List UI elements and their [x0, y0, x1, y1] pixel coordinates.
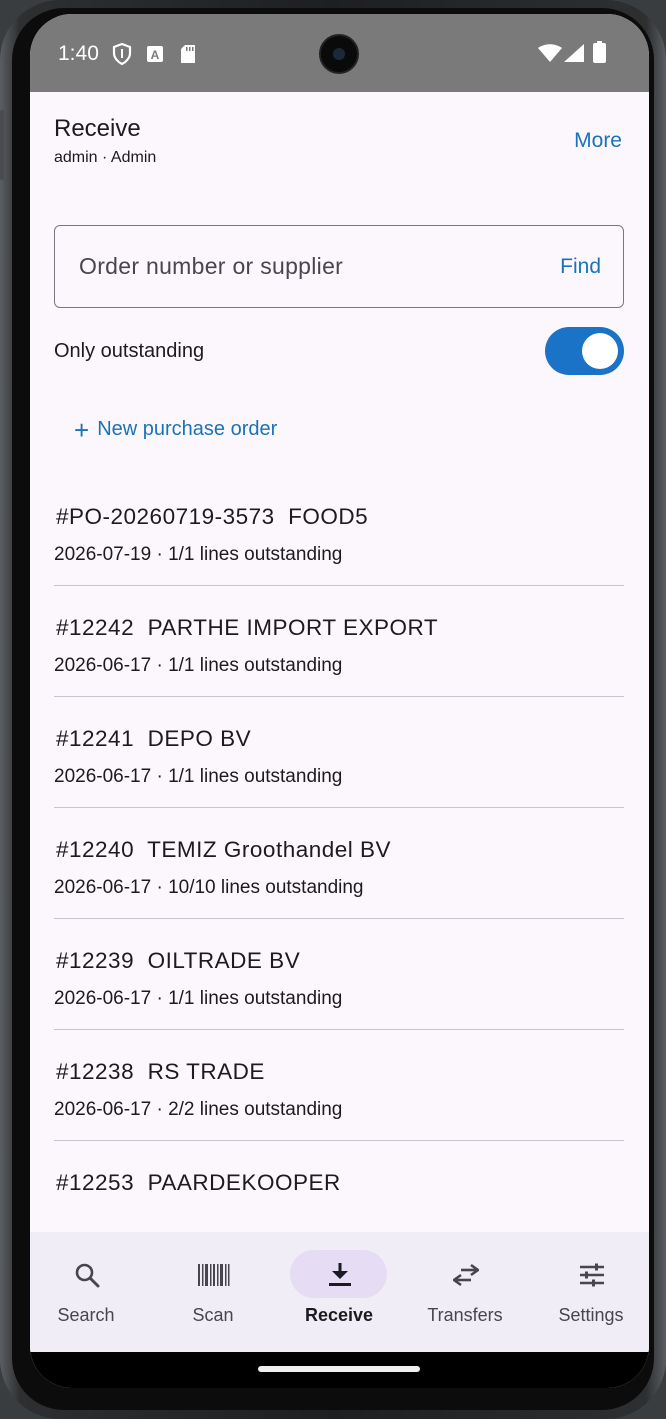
nav-label: Settings	[558, 1305, 624, 1325]
order-list: #PO-20260719-3573 FOOD5 2026-07-19 · 1/1…	[54, 475, 624, 1252]
order-item[interactable]: #12241 DEPO BV 2026-06-17 · 1/1 lines ou…	[54, 697, 624, 808]
barcode-icon	[198, 1264, 230, 1286]
front-camera	[319, 34, 359, 74]
nav-search[interactable]: Search	[30, 1232, 148, 1352]
search-field[interactable]: Find	[54, 225, 624, 308]
wifi-icon	[538, 44, 562, 62]
nav-scan[interactable]: Scan	[151, 1232, 275, 1352]
only-outstanding-toggle[interactable]	[545, 327, 624, 375]
nav-transfers[interactable]: Transfers	[403, 1232, 527, 1352]
home-indicator[interactable]	[258, 1366, 420, 1372]
nav-label: Receive	[304, 1305, 374, 1325]
order-item[interactable]: #12242 PARTHE IMPORT EXPORT 2026-06-17 ·…	[54, 586, 624, 697]
page-title: Receive	[54, 115, 141, 142]
order-title: #12253 PAARDEKOOPER	[56, 1170, 341, 1195]
toggle-knob	[582, 333, 618, 369]
order-title: #12238 RS TRADE	[56, 1059, 265, 1084]
screen: 1:40 A Receive admin · Admin More Order …	[30, 14, 649, 1388]
search-input[interactable]	[79, 226, 519, 306]
search-icon	[75, 1263, 100, 1288]
order-meta: 2026-06-17 · 2/2 lines outstanding	[54, 1099, 343, 1120]
more-button[interactable]: More	[574, 129, 622, 153]
order-meta: 2026-07-19 · 1/1 lines outstanding	[54, 544, 343, 565]
download-icon	[329, 1263, 351, 1286]
order-item[interactable]: #12239 OILTRADE BV 2026-06-17 · 1/1 line…	[54, 919, 624, 1030]
order-meta: 2026-06-17 · 10/10 lines outstanding	[54, 877, 364, 898]
bottom-navigation: Search Scan Receive Transfers Settings	[30, 1232, 649, 1352]
order-title: #12241 DEPO BV	[56, 726, 252, 751]
shield-icon	[112, 43, 132, 65]
only-outstanding-label: Only outstanding	[54, 340, 205, 362]
volume-button	[0, 110, 4, 180]
order-item[interactable]: #12238 RS TRADE 2026-06-17 · 2/2 lines o…	[54, 1030, 624, 1141]
nav-settings[interactable]: Settings	[529, 1232, 649, 1352]
nav-label: Transfers	[427, 1305, 503, 1325]
status-bar: 1:40 A	[30, 14, 649, 92]
find-button[interactable]: Find	[560, 255, 601, 279]
a-icon: A	[147, 46, 163, 62]
order-title: #12242 PARTHE IMPORT EXPORT	[56, 615, 439, 640]
svg-text:A: A	[151, 48, 160, 62]
battery-icon	[593, 41, 606, 63]
device-frame: 1:40 A Receive admin · Admin More Order …	[0, 0, 666, 1419]
status-time: 1:40	[58, 42, 99, 65]
user-subtitle: admin · Admin	[54, 149, 157, 166]
sliders-icon	[580, 1263, 604, 1287]
order-meta: 2026-06-17 · 1/1 lines outstanding	[54, 988, 343, 1009]
new-purchase-order-button[interactable]: + New purchase order	[74, 414, 278, 445]
sd-card-icon	[181, 45, 195, 63]
nav-receive[interactable]: Receive	[277, 1232, 401, 1352]
order-item[interactable]: #PO-20260719-3573 FOOD5 2026-07-19 · 1/1…	[54, 475, 624, 586]
new-purchase-order-label: New purchase order	[97, 418, 278, 440]
order-item[interactable]: #12240 TEMIZ Groothandel BV 2026-06-17 ·…	[54, 808, 624, 919]
nav-label: Search	[57, 1305, 115, 1325]
nav-label: Scan	[192, 1305, 234, 1325]
order-meta: 2026-06-17 · 1/1 lines outstanding	[54, 766, 343, 787]
swap-arrows-icon	[453, 1263, 479, 1287]
signal-icon	[564, 44, 584, 62]
order-title: #PO-20260719-3573 FOOD5	[56, 504, 369, 529]
order-meta: 2026-06-17 · 1/1 lines outstanding	[54, 655, 343, 676]
plus-icon: +	[74, 414, 90, 445]
order-title: #12240 TEMIZ Groothandel BV	[56, 837, 392, 862]
order-title: #12239 OILTRADE BV	[56, 948, 301, 973]
